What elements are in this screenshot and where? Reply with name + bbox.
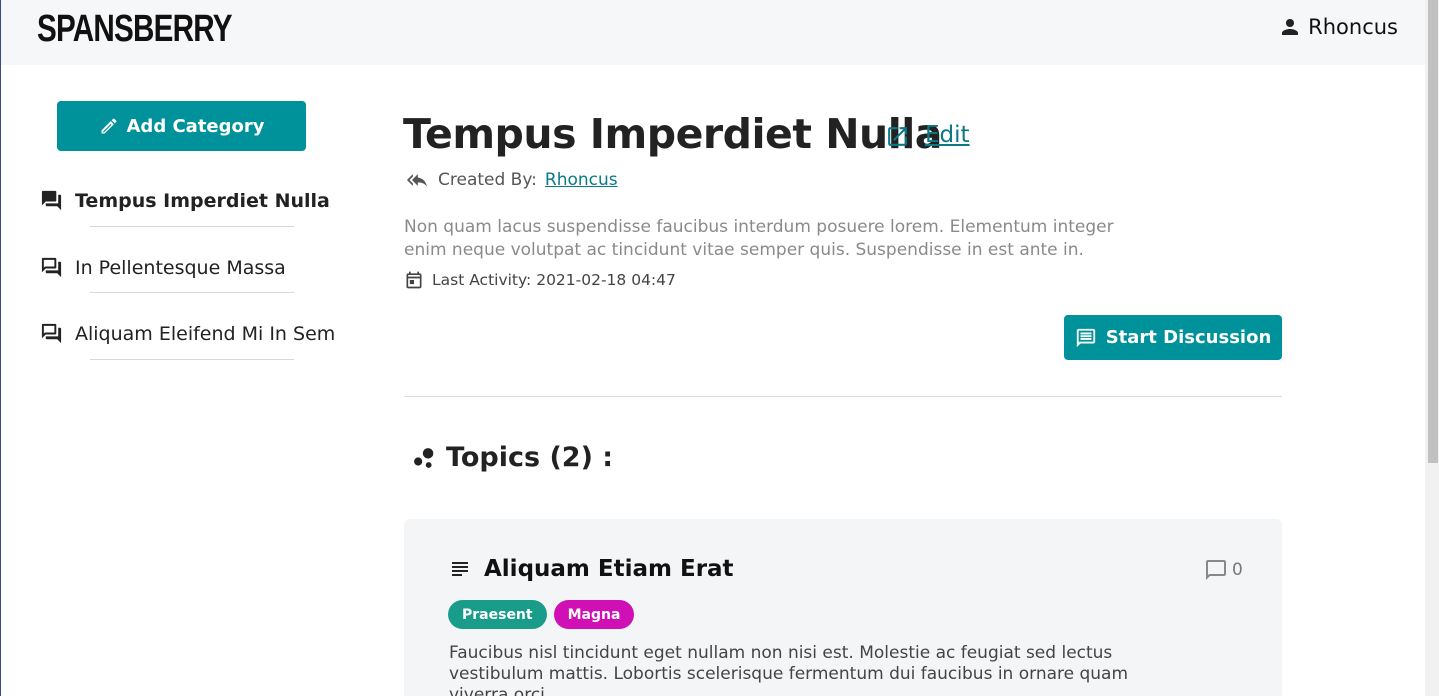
category-description: Non quam lacus suspendisse faucibus inte…	[404, 217, 1114, 260]
tag-praesent[interactable]: Praesent	[448, 600, 547, 629]
topic-header[interactable]: Aliquam Etiam Erat	[448, 556, 734, 582]
sidebar-item-label: Tempus Imperdiet Nulla	[75, 189, 330, 212]
username: Rhoncus	[1308, 15, 1398, 39]
sidebar-item-label: In Pellentesque Massa	[75, 256, 286, 279]
created-by-label: Created By:	[438, 170, 537, 190]
created-by: Created By: Rhoncus	[404, 170, 618, 190]
scrollbar-thumb[interactable]	[1428, 0, 1438, 463]
topics-heading: Topics (2) :	[410, 442, 613, 473]
comment-count: 0	[1204, 558, 1243, 582]
site-logo[interactable]: SPANSBERRY	[37, 8, 233, 51]
sidebar-divider	[90, 359, 294, 360]
sidebar-item-label: Aliquam Eleifend Mi In Sem	[75, 322, 336, 345]
sidebar-item-aliquam-eleifend-mi-in-sem[interactable]: Aliquam Eleifend Mi In Sem	[40, 322, 335, 345]
sidebar-item-in-pellentesque-massa[interactable]: In Pellentesque Massa	[40, 256, 286, 279]
add-category-label: Add Category	[126, 115, 265, 137]
forum-icon	[41, 190, 62, 211]
bubble-chart-icon	[414, 447, 434, 468]
comment-icon	[1206, 560, 1226, 580]
comment-count-value: 0	[1232, 560, 1243, 580]
sidebar-divider	[90, 226, 294, 227]
add-category-button[interactable]: Add Category	[57, 101, 306, 151]
start-discussion-label: Start Discussion	[1105, 327, 1272, 348]
topic-tags: Praesent Magna	[448, 600, 635, 629]
topic-title[interactable]: Aliquam Etiam Erat	[484, 556, 734, 582]
subject-icon	[452, 562, 468, 576]
open-in-new-icon[interactable]	[885, 124, 910, 149]
reply-all-icon	[407, 174, 427, 187]
section-divider	[404, 396, 1282, 397]
sidebar-divider	[90, 292, 294, 293]
top-navbar: SPANSBERRY Rhoncus	[1, 0, 1425, 65]
message-icon	[1076, 328, 1095, 347]
topics-heading-text: Topics (2) :	[446, 442, 614, 473]
created-by-user-link[interactable]: Rhoncus	[545, 170, 618, 190]
forum-outline-icon	[41, 257, 62, 278]
calendar-icon	[406, 271, 422, 289]
last-activity: Last Activity: 2021-02-18 04:47	[404, 270, 676, 290]
pencil-icon	[101, 118, 117, 134]
topic-description: Faucibus nisl tincidunt eget nullam non …	[449, 643, 1129, 696]
user-icon	[1282, 19, 1299, 35]
forum-outline-icon	[41, 323, 62, 344]
category-title: Tempus Imperdiet Nulla	[403, 110, 942, 158]
user-menu[interactable]: Rhoncus	[1280, 15, 1398, 39]
edit-link[interactable]: Edit	[925, 122, 970, 148]
last-activity-text: Last Activity: 2021-02-18 04:47	[432, 271, 676, 289]
start-discussion-button[interactable]: Start Discussion	[1064, 315, 1282, 360]
tag-magna[interactable]: Magna	[553, 600, 635, 629]
window-border	[0, 0, 1, 696]
sidebar-item-tempus-imperdiet-nulla[interactable]: Tempus Imperdiet Nulla	[40, 189, 330, 212]
